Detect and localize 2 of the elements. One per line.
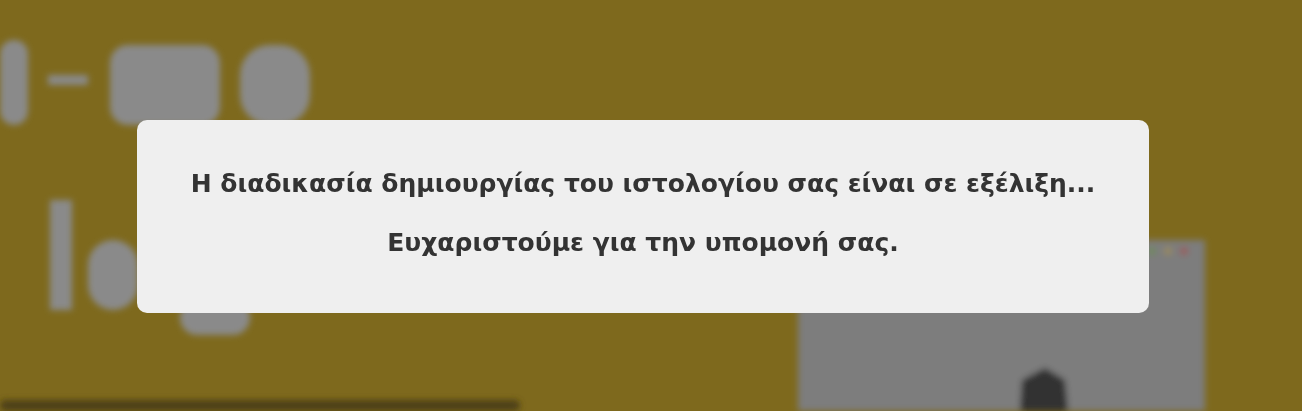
message-text: Η διαδικασία δημιουργίας του ιστολογίου σας είναι σε εξέλιξη... [190,168,1096,200]
message-text: Ευχαριστούμε για την υπομονή σας. [387,227,899,259]
